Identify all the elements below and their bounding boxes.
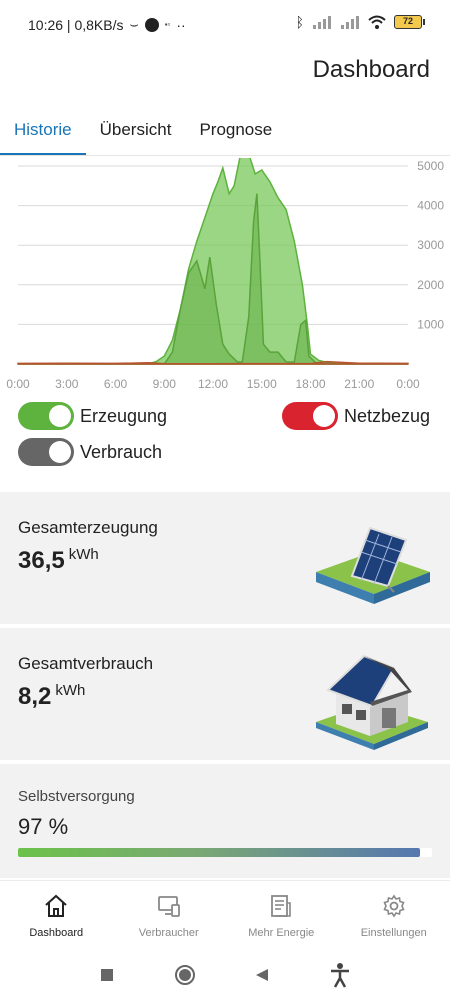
status-time: 10:26 | 0,8KB/s [28, 16, 124, 33]
house-illustration [316, 654, 428, 750]
x-tick-label: 12:00 [198, 377, 228, 391]
netzbezug-label: Netzbezug [344, 405, 431, 426]
gear-icon [383, 894, 405, 918]
wave-icon: ⌣ [129, 16, 139, 32]
status-right: ᛒ 72 [295, 14, 425, 30]
notification-dot-icon [144, 17, 159, 32]
x-tick-label: 3:00 [55, 377, 79, 391]
tabs-divider [0, 155, 450, 156]
nav-einstellungen-label: Einstellungen [360, 927, 427, 939]
x-tick-label: 6:00 [104, 377, 128, 391]
erzeugung-label: Erzeugung [80, 405, 168, 426]
history-chart: 1000 2000 3000 4000 5000 0:00 3:00 6:00 9:00 12:0… [6, 158, 444, 391]
home-icon [45, 894, 67, 917]
nav-dashboard[interactable]: Dashboard [0, 881, 113, 950]
x-tick-label: 18:00 [295, 377, 325, 391]
y-tick-label: 5000 [417, 159, 444, 173]
nav-dashboard-label: Dashboard [29, 927, 84, 939]
system-nav [0, 950, 450, 1000]
battery-icon: 72 [394, 15, 425, 29]
generation-title: Gesamterzeugung [18, 518, 158, 537]
consumption-unit: kWh [55, 682, 86, 699]
switch-knob [49, 405, 71, 427]
self-supply-progress-fill [18, 848, 420, 857]
verbrauch-label: Verbrauch [80, 441, 163, 462]
x-tick-label: 9:00 [153, 377, 177, 391]
generation-unit: kWh [68, 546, 99, 563]
netzbezug-switch[interactable] [282, 402, 338, 430]
consumption-card[interactable]: Gesamtverbrauch 8,2 kWh [0, 628, 450, 760]
x-tick-label: 0:00 [6, 377, 30, 391]
toggle-netzbezug[interactable]: Netzbezug [282, 402, 430, 430]
solar-panel-illustration [316, 526, 430, 604]
self-supply-value: 97 % [18, 814, 69, 839]
sim-icon: ▪▫ [164, 20, 171, 29]
devices-icon [157, 896, 180, 917]
tab-prognose[interactable]: Prognose [185, 112, 286, 156]
x-tick-label: 15:00 [247, 377, 277, 391]
signal-icon [313, 16, 331, 29]
nav-verbraucher[interactable]: Verbraucher [113, 881, 226, 950]
nav-einstellungen[interactable]: Einstellungen [338, 881, 450, 950]
back-icon[interactable] [254, 967, 270, 983]
self-supply-progress [18, 848, 432, 857]
y-tick-label: 3000 [417, 238, 444, 252]
self-supply-card[interactable]: Selbstversorgung 97 % [0, 764, 450, 878]
consumption-value: 8,2 kWh [18, 682, 85, 711]
status-bar: 10:26 | 0,8KB/s ⌣ ▪▫ ·· ᛒ 72 [0, 0, 450, 48]
generation-value: 36,5 kWh [18, 546, 99, 575]
wifi-icon [368, 15, 386, 29]
x-tick-label: 21:00 [344, 377, 374, 391]
switch-knob [49, 441, 71, 463]
y-tick-label: 4000 [417, 199, 444, 213]
recents-icon[interactable] [99, 967, 115, 983]
y-tick-label: 1000 [417, 317, 444, 331]
accessibility-icon[interactable] [329, 962, 351, 988]
more-dots-icon: ·· [176, 16, 186, 33]
consumption-number: 8,2 [18, 683, 52, 710]
erzeugung-switch[interactable] [18, 402, 74, 430]
self-supply-title: Selbstversorgung [18, 788, 135, 805]
generation-card[interactable]: Gesamterzeugung 36,5 kWh [0, 492, 450, 624]
tab-bar: Historie Übersicht Prognose [0, 112, 450, 158]
bottom-nav: Dashboard Verbraucher Mehr Energie Einst… [0, 880, 450, 950]
status-left: 10:26 | 0,8KB/s ⌣ ▪▫ ·· [28, 16, 186, 33]
document-icon [271, 895, 292, 917]
x-tick-label: 0:00 [396, 377, 420, 391]
page-title: Dashboard [312, 56, 430, 83]
signal-icon-2 [341, 16, 359, 29]
y-tick-label: 2000 [417, 278, 444, 292]
nav-mehr-energie-label: Mehr Energie [248, 927, 315, 939]
toggle-erzeugung[interactable]: Erzeugung [18, 402, 167, 430]
nav-mehr-energie[interactable]: Mehr Energie [225, 881, 338, 950]
nav-verbraucher-label: Verbraucher [138, 927, 199, 939]
tab-historie[interactable]: Historie [0, 112, 86, 156]
generation-number: 36,5 [18, 547, 65, 574]
home-button-icon[interactable] [174, 964, 196, 986]
toggle-verbrauch[interactable]: Verbrauch [18, 438, 162, 466]
verbrauch-switch[interactable] [18, 438, 74, 466]
switch-knob [313, 405, 335, 427]
consumption-title: Gesamtverbrauch [18, 654, 154, 673]
tab-uebersicht[interactable]: Übersicht [86, 112, 186, 156]
bluetooth-icon: ᛒ [295, 14, 304, 30]
